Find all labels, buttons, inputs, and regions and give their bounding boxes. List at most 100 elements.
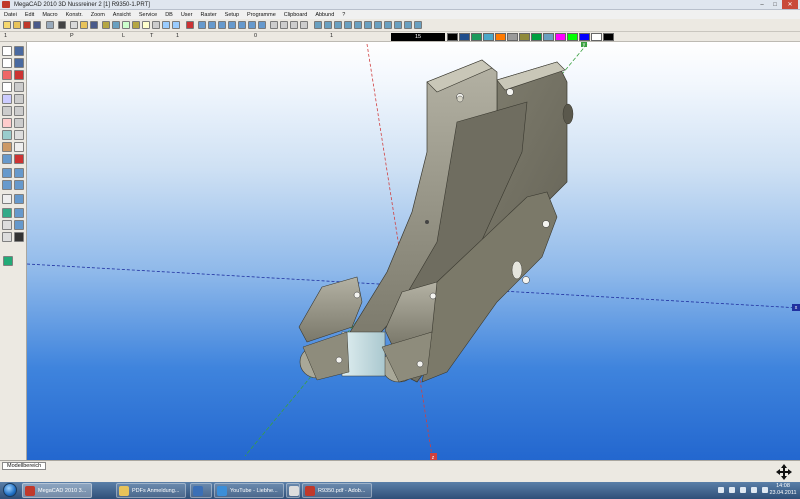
shade11-icon[interactable] — [414, 21, 422, 29]
maximize-button[interactable]: □ — [769, 0, 781, 9]
view-top-icon[interactable] — [208, 21, 216, 29]
bom-icon[interactable] — [2, 194, 12, 204]
view-icon[interactable] — [172, 21, 180, 29]
text-icon[interactable] — [142, 21, 150, 29]
rotate-icon[interactable] — [2, 168, 12, 178]
parts-icon[interactable] — [14, 194, 24, 204]
redraw-icon[interactable] — [186, 21, 194, 29]
text-tool-icon[interactable] — [14, 142, 24, 152]
doc-icon[interactable] — [2, 232, 12, 242]
arc-icon[interactable] — [2, 82, 12, 92]
color-swatch[interactable] — [447, 33, 458, 41]
menu-macro[interactable]: Macro — [42, 12, 57, 18]
menu-zoom[interactable]: Zoom — [91, 12, 105, 18]
save2-tool-icon[interactable] — [14, 58, 24, 68]
view-front-icon[interactable] — [198, 21, 206, 29]
megacad-open-icon[interactable] — [23, 21, 31, 29]
layer-b-field[interactable]: 0 — [254, 33, 257, 39]
cross-icon[interactable] — [2, 58, 12, 68]
view-side-icon[interactable] — [218, 21, 226, 29]
save-tool-icon[interactable] — [14, 46, 24, 56]
block-icon[interactable] — [2, 130, 12, 140]
new-file-icon[interactable] — [3, 21, 11, 29]
linetype-field[interactable]: L — [122, 33, 125, 39]
cylinder2-icon[interactable] — [280, 21, 288, 29]
start-button[interactable] — [3, 483, 17, 497]
dim-text-icon[interactable] — [14, 154, 24, 164]
menu-programme[interactable]: Programme — [247, 12, 276, 18]
task-doc[interactable] — [286, 483, 300, 498]
print-icon[interactable] — [58, 21, 66, 29]
view-iso-icon[interactable] — [248, 21, 256, 29]
pen-type-field[interactable]: P — [70, 33, 74, 39]
color-swatch[interactable] — [603, 33, 614, 41]
menu-help[interactable]: ? — [342, 12, 345, 18]
menu-datei[interactable]: Datei — [4, 12, 17, 18]
scale-icon[interactable] — [14, 168, 24, 178]
pan-navigation-icon[interactable] — [776, 464, 792, 480]
open-folder-icon[interactable] — [13, 21, 21, 29]
shade5-icon[interactable] — [354, 21, 362, 29]
color-swatch[interactable] — [495, 33, 506, 41]
update-icon[interactable] — [762, 487, 768, 493]
tab-modellbereich[interactable]: Modellbereich — [2, 462, 47, 470]
color-swatch[interactable] — [459, 33, 470, 41]
pen-field[interactable]: 1 — [4, 33, 7, 39]
sheet-icon[interactable] — [152, 21, 160, 29]
layer-input[interactable]: 15 — [391, 33, 445, 41]
circle-icon[interactable] — [2, 70, 12, 80]
folder-icon[interactable] — [80, 21, 88, 29]
camera-icon[interactable] — [14, 232, 24, 242]
view-iso2-icon[interactable] — [258, 21, 266, 29]
save-icon[interactable] — [33, 21, 41, 29]
color-swatch[interactable] — [471, 33, 482, 41]
ellipse-icon[interactable] — [2, 94, 12, 104]
color-swatch[interactable] — [531, 33, 542, 41]
mirror-icon[interactable] — [2, 142, 12, 152]
shade2-icon[interactable] — [324, 21, 332, 29]
shade7-icon[interactable] — [374, 21, 382, 29]
task-megacad[interactable]: MegaCAD 2010 3... — [22, 483, 92, 498]
snap-icon[interactable] — [102, 21, 110, 29]
render-icon[interactable] — [14, 220, 24, 230]
shade3-icon[interactable] — [334, 21, 342, 29]
cube-icon[interactable] — [290, 21, 298, 29]
shade10-icon[interactable] — [404, 21, 412, 29]
copy-icon[interactable] — [14, 106, 24, 116]
save-as-icon[interactable] — [46, 21, 54, 29]
task-pdfs[interactable]: PDFs Anmeldung... — [116, 483, 186, 498]
shade9-icon[interactable] — [394, 21, 402, 29]
color-swatch[interactable] — [579, 33, 590, 41]
rectangle-icon[interactable] — [14, 130, 24, 140]
color-swatch[interactable] — [483, 33, 494, 41]
network-icon[interactable] — [718, 487, 724, 493]
menu-konstr[interactable]: Konstr. — [66, 12, 83, 18]
menu-db[interactable]: DB — [165, 12, 173, 18]
measure-icon[interactable] — [132, 21, 140, 29]
flag-icon[interactable] — [740, 487, 746, 493]
color-swatch[interactable] — [567, 33, 578, 41]
list-icon[interactable] — [2, 220, 12, 230]
model-canvas[interactable]: y x z — [27, 42, 800, 460]
disk-icon[interactable] — [90, 21, 98, 29]
layer-a-field[interactable]: 1 — [176, 33, 179, 39]
frame-icon[interactable] — [2, 118, 12, 128]
shade4-icon[interactable] — [344, 21, 352, 29]
layer-icon[interactable] — [122, 21, 130, 29]
menu-setup[interactable]: Setup — [225, 12, 239, 18]
dimension-icon[interactable] — [14, 118, 24, 128]
image-icon[interactable] — [2, 208, 12, 218]
layer-c-field[interactable]: 1 — [330, 33, 333, 39]
color-swatch[interactable] — [591, 33, 602, 41]
menu-service[interactable]: Service — [139, 12, 157, 18]
color-swatch[interactable] — [543, 33, 554, 41]
bracket-part[interactable] — [298, 59, 574, 383]
minimize-button[interactable]: – — [756, 0, 768, 9]
plant-icon[interactable] — [3, 256, 13, 266]
battery-icon[interactable] — [751, 487, 757, 493]
group-icon[interactable] — [14, 208, 24, 218]
shade-icon[interactable] — [314, 21, 322, 29]
hatch-icon[interactable] — [14, 94, 24, 104]
cylinder-icon[interactable] — [270, 21, 278, 29]
task-youtube[interactable]: YouTube - Liebhe... — [214, 483, 284, 498]
